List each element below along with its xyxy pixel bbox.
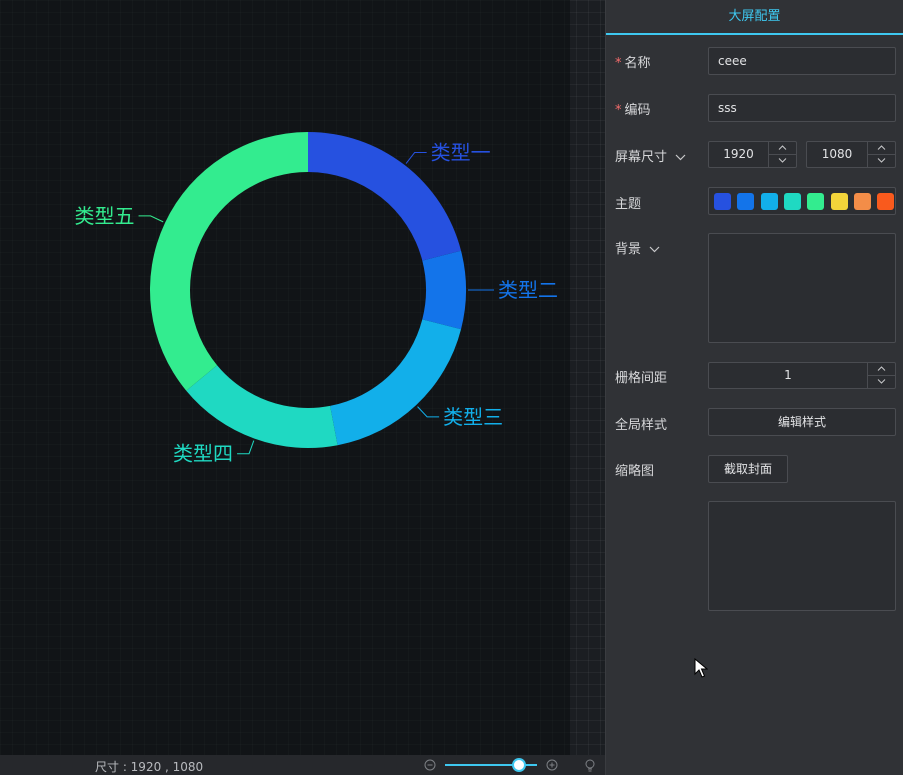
grid-gap-row: 栅格间距 1	[606, 362, 903, 389]
screen-height-stepper[interactable]: 1080	[806, 141, 896, 168]
panel-title[interactable]: 大屏配置	[606, 0, 903, 35]
name-row: * 名称 ceee	[606, 47, 903, 75]
donut-chart[interactable]: 类型一类型二类型三类型四 类型五	[0, 0, 605, 755]
decrement-button[interactable]	[868, 376, 895, 389]
thumbnail-preview	[708, 501, 896, 611]
label-leader-line	[417, 406, 440, 418]
theme-swatch-picker[interactable]	[708, 187, 896, 215]
donut-slice[interactable]	[330, 319, 462, 446]
background-upload-area[interactable]	[708, 233, 896, 343]
theme-swatch[interactable]	[877, 193, 895, 210]
background-label-text: 背景	[615, 242, 642, 257]
screen-width-stepper[interactable]: 1920	[708, 141, 797, 168]
stepper-controls	[768, 142, 796, 167]
grid-gap-value[interactable]: 1	[709, 363, 867, 388]
background-row: 背景	[606, 233, 903, 343]
edit-style-button[interactable]: 编辑样式	[708, 408, 896, 436]
slice-label: 类型三	[443, 405, 503, 429]
chevron-down-icon[interactable]	[649, 246, 660, 253]
name-input[interactable]: ceee	[708, 47, 896, 75]
global-style-row: 全局样式 编辑样式	[606, 408, 903, 436]
theme-row: 主题	[606, 187, 903, 215]
code-input[interactable]: sss	[708, 94, 896, 122]
theme-swatch[interactable]	[760, 193, 778, 210]
grid-gap-label: 栅格间距	[615, 371, 668, 386]
theme-label: 主题	[615, 197, 642, 212]
theme-swatch[interactable]	[807, 193, 825, 210]
stepper-controls	[867, 142, 895, 167]
decrement-button[interactable]	[868, 155, 895, 168]
status-bar: 尺寸 : 1920 , 1080	[0, 755, 605, 775]
config-panel: 大屏配置 * 名称 ceee * 编码 sss 屏幕尺寸 1920 1080 主题	[605, 0, 903, 775]
slice-label: 类型五	[75, 204, 135, 228]
decrement-button[interactable]	[769, 155, 796, 168]
theme-swatch[interactable]	[783, 193, 801, 210]
stepper-controls	[867, 363, 895, 388]
slice-label: 类型一	[431, 141, 491, 165]
mouse-cursor-icon	[694, 658, 708, 678]
label-leader-line	[237, 440, 255, 455]
slice-label: 类型二	[498, 278, 558, 302]
screen-size-label[interactable]: 屏幕尺寸	[615, 146, 686, 165]
editor-canvas[interactable]: 类型一类型二类型三类型四 类型五	[0, 0, 605, 755]
increment-button[interactable]	[868, 363, 895, 376]
slice-label: 类型四	[173, 442, 233, 466]
zoom-slider-thumb[interactable]	[511, 758, 526, 772]
screen-size-row: 屏幕尺寸 1920 1080	[606, 141, 903, 168]
thumbnail-label: 缩略图	[615, 464, 655, 479]
increment-button[interactable]	[868, 142, 895, 155]
global-style-label: 全局样式	[615, 418, 668, 433]
canvas-size-text: 尺寸 : 1920 , 1080	[95, 760, 204, 774]
background-label[interactable]: 背景	[615, 238, 660, 257]
chevron-down-icon	[877, 379, 886, 384]
donut-slice[interactable]	[186, 365, 338, 449]
chevron-up-icon	[877, 366, 886, 372]
screen-size-label-text: 屏幕尺寸	[615, 150, 668, 165]
theme-swatch[interactable]	[853, 193, 871, 210]
code-row: * 编码 sss	[606, 94, 903, 122]
lightbulb-icon[interactable]	[584, 759, 596, 772]
screen-height-value[interactable]: 1080	[807, 142, 867, 167]
code-label-text: 编码	[624, 103, 651, 118]
theme-swatch[interactable]	[737, 193, 755, 210]
screen-width-value[interactable]: 1920	[709, 142, 768, 167]
theme-swatch[interactable]	[830, 193, 848, 210]
name-label: * 名称	[615, 52, 651, 71]
chevron-up-icon	[778, 145, 787, 151]
required-mark: *	[615, 103, 622, 118]
capture-cover-button[interactable]: 截取封面	[708, 455, 788, 483]
name-label-text: 名称	[624, 56, 651, 71]
zoom-out-icon[interactable]	[424, 759, 436, 771]
chevron-up-icon	[877, 145, 886, 151]
label-leader-line	[405, 152, 427, 164]
label-leader-line	[138, 215, 164, 223]
required-mark: *	[615, 56, 622, 71]
chevron-down-icon[interactable]	[675, 154, 686, 161]
code-label: * 编码	[615, 99, 651, 118]
zoom-in-icon[interactable]	[546, 759, 558, 771]
theme-swatch[interactable]	[714, 193, 731, 210]
donut-slice[interactable]	[150, 132, 308, 391]
donut-slice[interactable]	[422, 250, 467, 330]
chevron-down-icon	[778, 158, 787, 163]
grid-gap-stepper[interactable]: 1	[708, 362, 896, 389]
thumbnail-row: 缩略图 截取封面	[606, 455, 903, 483]
increment-button[interactable]	[769, 142, 796, 155]
chevron-down-icon	[877, 158, 886, 163]
